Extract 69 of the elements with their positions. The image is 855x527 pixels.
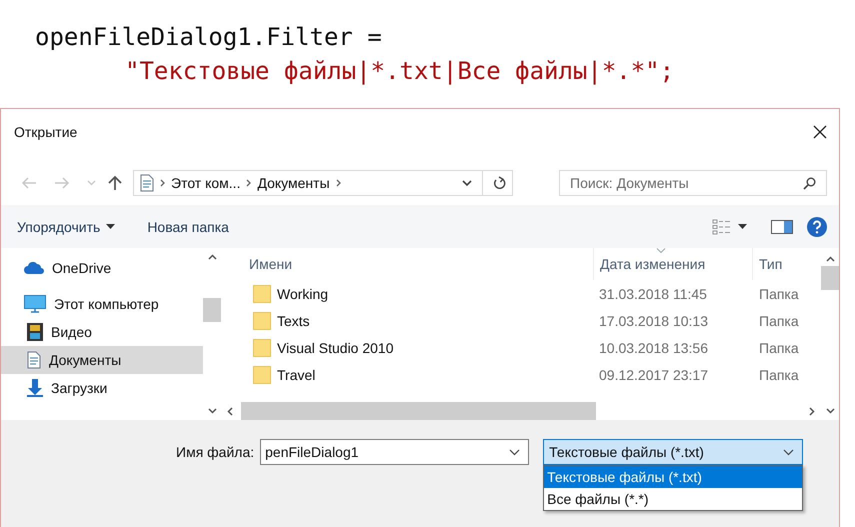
search-field[interactable]: Поиск: Документы	[559, 170, 827, 196]
code-line: openFileDialog1.Filter =	[35, 22, 383, 53]
dropdown-option[interactable]: Все файлы (*.*)	[544, 488, 802, 510]
table-cell-text: 31.03.2018 11:45	[598, 286, 708, 302]
file-name-field[interactable]: penFileDialog1	[260, 439, 530, 465]
film-icon	[27, 323, 43, 341]
document-icon	[27, 351, 41, 369]
folder-icon	[253, 312, 271, 330]
breadcrumb-item[interactable]: Документы	[257, 175, 330, 191]
table-cell-text: 17.03.2018 10:13	[598, 312, 709, 328]
sidebar-item[interactable]: Документы	[1, 346, 203, 374]
scrollbar-thumb[interactable]	[821, 266, 839, 290]
dropdown-triangle-icon[interactable]	[738, 224, 747, 229]
chevron-right-icon	[160, 179, 165, 187]
chevron-down-icon[interactable]	[509, 448, 520, 456]
sidebar-item[interactable]: OneDrive	[1, 254, 203, 282]
folder-icon	[253, 338, 271, 356]
window-title: Открытие	[14, 124, 78, 140]
sidebar-item[interactable]: Этот компьютер	[1, 290, 203, 318]
dropdown-option[interactable]: Текстовые файлы (*.txt)	[544, 466, 802, 488]
scroll-down-icon[interactable]	[826, 408, 834, 414]
column-header[interactable]: Дата изменения	[593, 248, 753, 280]
file-name[interactable]: Travel	[277, 366, 316, 382]
search-icon	[803, 176, 816, 190]
dropdown-triangle-icon	[106, 224, 116, 229]
refresh-icon[interactable]	[493, 176, 506, 190]
document-icon	[140, 174, 154, 192]
up-arrow-icon[interactable]	[108, 175, 122, 191]
sidebar-item[interactable]: Загрузки	[1, 374, 203, 402]
preview-pane-icon[interactable]	[771, 220, 793, 234]
table-cell-text: Папка	[758, 366, 800, 382]
sidebar-item[interactable]: Видео	[1, 318, 203, 346]
chevron-down-icon[interactable]	[462, 180, 472, 186]
table-cell-text: Папка	[758, 312, 800, 328]
scroll-down-icon[interactable]	[208, 408, 216, 414]
file-name[interactable]: Working	[277, 286, 328, 302]
monitor-icon	[24, 295, 46, 313]
scroll-up-icon[interactable]	[826, 256, 834, 262]
address-bar[interactable]: Этот ком... Документы	[133, 170, 513, 196]
file-name-label: Имя файла:	[176, 443, 254, 462]
scrollbar-thumb[interactable]	[203, 298, 221, 322]
code-string: "Текстовые файлы|*.txt|Все файлы|*.*";	[124, 56, 676, 87]
file-name[interactable]: Visual Studio 2010	[277, 340, 394, 356]
file-type-dropdown[interactable]: Текстовые файлы (*.txt)	[543, 439, 804, 465]
table-cell-text: Папка	[758, 286, 800, 302]
scrollbar-thumb[interactable]	[241, 402, 596, 420]
new-folder-button[interactable]: Новая папка	[145, 214, 231, 238]
chevron-right-icon	[336, 179, 341, 187]
scroll-right-icon[interactable]	[809, 406, 815, 416]
organize-button[interactable]: Упорядочить	[15, 214, 102, 238]
view-options-icon[interactable]	[712, 218, 732, 234]
chevron-right-icon	[246, 179, 252, 187]
download-arrow-icon	[27, 379, 43, 397]
folder-icon	[253, 366, 271, 384]
folder-icon	[253, 284, 271, 302]
close-icon[interactable]	[813, 125, 827, 139]
scroll-left-icon[interactable]	[227, 406, 233, 416]
table-cell-text: 10.03.2018 13:56	[598, 340, 709, 356]
breadcrumb-item[interactable]: Этот ком...	[171, 175, 240, 191]
chevron-down-icon	[783, 448, 794, 456]
help-icon[interactable]	[807, 216, 827, 236]
sort-chevron-icon	[656, 248, 666, 253]
table-cell-text: Папка	[758, 340, 800, 356]
column-header[interactable]: Тип	[753, 256, 821, 272]
column-header[interactable]: Имени	[231, 256, 593, 272]
table-cell-text: 09.12.2017 23:17	[598, 366, 709, 382]
file-name[interactable]: Texts	[277, 312, 310, 328]
cloud-icon	[24, 262, 44, 274]
scroll-up-icon[interactable]	[208, 254, 216, 260]
